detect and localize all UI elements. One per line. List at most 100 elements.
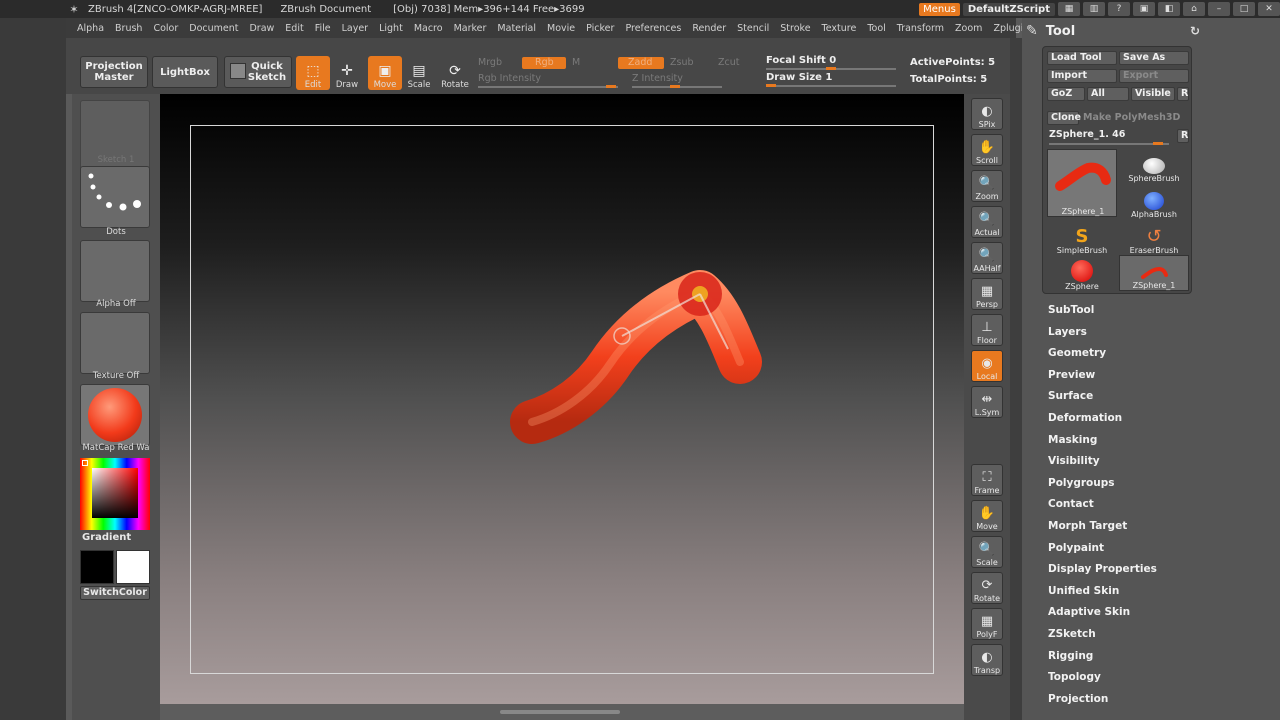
move-button[interactable]: ▣ Move [368,56,402,90]
menu-draw[interactable]: Draw [249,23,274,34]
section-adaptive-skin[interactable]: Adaptive Skin [1048,606,1130,618]
section-layers[interactable]: Layers [1048,326,1087,338]
menu-document[interactable]: Document [189,23,238,34]
r-button-2[interactable]: R [1177,129,1189,143]
quick-sketch-button[interactable]: Quick Sketch [224,56,292,88]
menu-layer[interactable]: Layer [342,23,369,34]
menu-tool[interactable]: Tool [867,23,885,34]
zsphere-model[interactable] [160,94,964,704]
simplebrush-item[interactable]: S SimpleBrush [1047,221,1117,256]
polyf-button[interactable]: ▦ PolyF [971,608,1003,640]
zsphere1-item[interactable]: ZSphere_1 [1119,255,1189,291]
section-subtool[interactable]: SubTool [1048,304,1094,316]
menus-button[interactable]: Menus [919,2,960,16]
zcut-toggle[interactable]: Zcut [718,57,739,68]
spherebrush-item[interactable]: SphereBrush [1119,149,1189,183]
rotate-button[interactable]: ⟳ Rotate [438,56,472,90]
menu-transform[interactable]: Transform [897,23,944,34]
r-button[interactable]: R [1177,87,1189,101]
gradient-label[interactable]: Gradient [82,532,131,543]
menu-alpha[interactable]: Alpha [77,23,104,34]
menu-render[interactable]: Render [692,23,726,34]
ui-icon[interactable]: ▥ [1083,2,1105,16]
dots-stroke-thumbnail[interactable] [80,166,150,228]
menu-material[interactable]: Material [497,23,536,34]
section-geometry[interactable]: Geometry [1048,347,1106,359]
actual-button[interactable]: 🔍 Actual [971,206,1003,238]
save-as-button[interactable]: Save As [1119,51,1189,65]
rotate-button[interactable]: ⟳ Rotate [971,572,1003,604]
color-icon[interactable]: ◧ [1158,2,1180,16]
section-preview[interactable]: Preview [1048,369,1095,381]
mrgb-toggle[interactable]: Mrgb [478,57,502,68]
section-topology[interactable]: Topology [1048,671,1101,683]
load-tool-button[interactable]: Load Tool [1047,51,1117,65]
focal-shift-knob[interactable] [826,67,836,70]
document-canvas[interactable] [160,94,964,704]
section-polygroups[interactable]: Polygroups [1048,477,1115,489]
edit-button[interactable]: ⬚ Edit [296,56,330,90]
section-masking[interactable]: Masking [1048,434,1097,446]
menu-brush[interactable]: Brush [115,23,142,34]
zoom-button[interactable]: 🔍 Zoom [971,170,1003,202]
local-button[interactable]: ◉ Local [971,350,1003,382]
section-zsketch[interactable]: ZSketch [1048,628,1096,640]
section-display-properties[interactable]: Display Properties [1048,563,1157,575]
aahalf-button[interactable]: 🔍 AAHalf [971,242,1003,274]
lightbox-button[interactable]: LightBox [152,56,218,88]
menu-file[interactable]: File [315,23,331,34]
section-morph-target[interactable]: Morph Target [1048,520,1127,532]
frame-button[interactable]: ⛶ Frame [971,464,1003,496]
help-icon[interactable]: ? [1108,2,1130,16]
display-icon[interactable]: ▣ [1133,2,1155,16]
eraserbrush-item[interactable]: ↺ EraserBrush [1119,221,1189,256]
main-color-swatch[interactable] [80,550,114,584]
draw-size-slider[interactable] [766,85,896,87]
floor-button[interactable]: ⊥ Floor [971,314,1003,346]
section-rigging[interactable]: Rigging [1048,650,1093,662]
menu-edit[interactable]: Edit [285,23,303,34]
scroll-button[interactable]: ✋ Scroll [971,134,1003,166]
menu-stroke[interactable]: Stroke [780,23,810,34]
layout-icon[interactable]: ▦ [1058,2,1080,16]
clone-button[interactable]: Clone [1047,111,1081,125]
scale-button[interactable]: 🔍 Scale [971,536,1003,568]
close-icon[interactable]: ✕ [1258,2,1280,16]
section-polypaint[interactable]: Polypaint [1048,542,1104,554]
section-projection[interactable]: Projection [1048,693,1108,705]
menu-color[interactable]: Color [153,23,178,34]
menu-marker[interactable]: Marker [454,23,487,34]
make-polymesh-button[interactable]: Make PolyMesh3D [1083,112,1180,123]
menu-zoom[interactable]: Zoom [955,23,982,34]
z-intensity-knob[interactable] [670,85,680,88]
menu-texture[interactable]: Texture [822,23,857,34]
visible-button[interactable]: Visible [1131,87,1175,101]
m-toggle[interactable]: M [572,57,580,68]
goz-button[interactable]: GoZ [1047,87,1085,101]
switch-color-button[interactable]: SwitchColor [80,586,150,600]
texture-thumbnail[interactable] [80,312,150,374]
alphabrush-item[interactable]: AlphaBrush [1119,185,1189,219]
projection-master-button[interactable]: Projection Master [80,56,148,88]
transp-button[interactable]: ◐ Transp [971,644,1003,676]
refresh-icon[interactable]: ↻ [1190,24,1200,38]
menu-light[interactable]: Light [379,23,403,34]
zsphere-item[interactable]: ZSphere [1047,257,1117,291]
secondary-color-swatch[interactable] [116,550,150,584]
section-visibility[interactable]: Visibility [1048,455,1100,467]
section-deformation[interactable]: Deformation [1048,412,1122,424]
import-button[interactable]: Import [1047,69,1117,83]
section-unified-skin[interactable]: Unified Skin [1048,585,1119,597]
default-zscript-button[interactable]: DefaultZScript [962,2,1055,16]
material-thumbnail[interactable] [80,384,150,446]
menu-macro[interactable]: Macro [414,23,443,34]
maximize-icon[interactable]: □ [1233,2,1255,16]
lock-icon[interactable]: ⌂ [1183,2,1205,16]
scale-button[interactable]: ▤ Scale [402,56,436,90]
current-tool-thumbnail[interactable]: ZSphere_1 [1047,149,1117,217]
persp-button[interactable]: ▦ Persp [971,278,1003,310]
minimize-icon[interactable]: – [1208,2,1230,16]
menu-movie[interactable]: Movie [547,23,575,34]
zsphere-slider[interactable] [1049,143,1169,145]
draw-button[interactable]: ✛ Draw [330,56,364,90]
